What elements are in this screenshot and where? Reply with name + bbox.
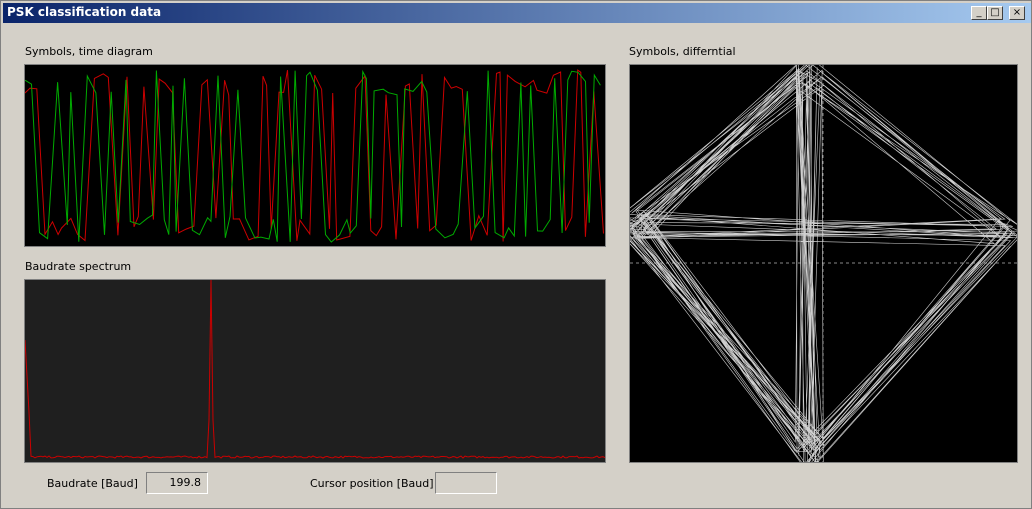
title-bar[interactable]: PSK classification data _ □ × <box>3 3 1031 23</box>
baudrate-spectrum-plot[interactable] <box>24 279 606 463</box>
green-symbol-trace <box>25 69 601 243</box>
spectrum-label: Baudrate spectrum <box>25 260 132 273</box>
psk-classification-window: PSK classification data _ □ × Symbols, t… <box>0 0 1032 509</box>
time-diagram-svg <box>25 69 604 243</box>
baudrate-label: Baudrate [Baud] <box>47 477 138 490</box>
spectrum-svg <box>25 280 605 459</box>
time-diagram-label: Symbols, time diagram <box>25 45 153 58</box>
maximize-button[interactable]: □ <box>987 6 1003 20</box>
constellation-svg <box>630 65 1017 462</box>
minimize-button[interactable]: _ <box>971 6 987 20</box>
time-diagram-plot <box>24 64 606 247</box>
baudrate-value-field: 199.8 <box>146 472 208 494</box>
window-title: PSK classification data <box>7 5 162 19</box>
close-button[interactable]: × <box>1009 6 1025 20</box>
differential-constellation-plot <box>629 64 1018 463</box>
cursor-position-field <box>435 472 497 494</box>
spectrum-trace <box>25 280 605 459</box>
cursor-position-label: Cursor position [Baud] <box>310 477 434 490</box>
differential-label: Symbols, differntial <box>629 45 736 58</box>
